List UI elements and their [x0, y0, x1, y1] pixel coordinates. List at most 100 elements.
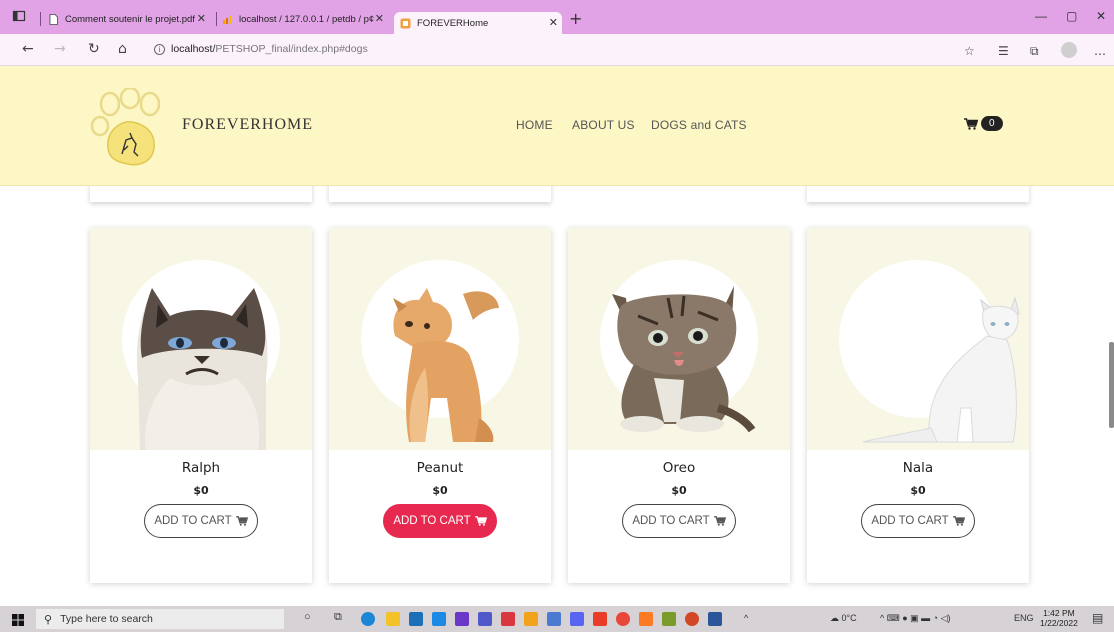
- add-to-cart-button[interactable]: ADD TO CART: [622, 504, 736, 538]
- cart-count-badge: 0: [981, 116, 1003, 131]
- browser-tab-strip: Comment soutenir le projet.pdf ✕ localho…: [0, 0, 1114, 34]
- weather-temp: 0°C: [841, 613, 857, 623]
- product-card: Ralph $0 ADD TO CART: [90, 228, 312, 583]
- phpmyadmin-icon: [223, 15, 231, 24]
- tab-phpmyadmin[interactable]: localhost / 127.0.0.1 / petdb / p¢ ✕: [222, 8, 388, 30]
- collections-icon[interactable]: ⧉: [1030, 44, 1039, 59]
- product-image: [329, 228, 551, 450]
- tab-title: FOREVERHome: [417, 17, 489, 29]
- tab-pdf[interactable]: Comment soutenir le projet.pdf ✕: [48, 8, 210, 30]
- taskbar-search-placeholder: Type here to search: [60, 613, 153, 625]
- add-to-cart-label: ADD TO CART: [393, 515, 471, 527]
- white-cat-image: [862, 296, 1020, 443]
- word-icon[interactable]: [708, 612, 722, 626]
- product-image: [568, 228, 790, 450]
- add-to-cart-button[interactable]: ADD TO CART: [144, 504, 258, 538]
- cart-icon: [474, 516, 487, 526]
- product-price: $0: [910, 484, 926, 497]
- acrobat-icon[interactable]: [501, 612, 515, 626]
- address-bar[interactable]: i localhost/PETSHOP_final/index.php#dogs: [154, 43, 368, 55]
- paw-logo-icon[interactable]: [88, 88, 180, 170]
- notifications-icon[interactable]: ▤: [1092, 611, 1103, 625]
- app-notes-icon[interactable]: [662, 612, 676, 626]
- language-indicator[interactable]: ENG: [1014, 613, 1034, 623]
- weather-widget[interactable]: ☁ 0°C: [830, 613, 857, 624]
- tab-title: localhost / 127.0.0.1 / petdb / p¢: [239, 13, 375, 25]
- teams-icon[interactable]: [478, 612, 492, 626]
- powerpoint-icon[interactable]: [685, 612, 699, 626]
- web-page: FOREVERHOME HOME ABOUT US DOGS and CATS …: [0, 66, 1114, 606]
- tab-foreverhome[interactable]: FOREVERHome ✕: [394, 12, 562, 34]
- app-gem-icon[interactable]: [524, 612, 538, 626]
- close-tab-icon[interactable]: ✕: [375, 12, 384, 25]
- tabby-kitten-image: [612, 286, 756, 433]
- taskbar-search[interactable]: ⚲ Type here to search: [36, 609, 284, 629]
- minimize-button[interactable]: —: [1035, 9, 1047, 23]
- tray-chevron-icon[interactable]: ^: [744, 613, 748, 623]
- clock[interactable]: 1:42 PM 1/22/2022: [1040, 608, 1078, 628]
- cart-icon: [713, 516, 726, 526]
- nav-dogs-and-cats[interactable]: DOGS and CATS: [651, 118, 747, 132]
- favorite-star-icon[interactable]: ☆: [964, 44, 975, 58]
- product-image: [807, 228, 1029, 450]
- close-window-button[interactable]: ✕: [1096, 9, 1106, 23]
- file-explorer-icon[interactable]: [386, 612, 400, 626]
- restore-button[interactable]: ▢: [1066, 9, 1077, 23]
- windows-start-icon[interactable]: [12, 614, 24, 626]
- brand-name: FOREVERHOME: [182, 116, 314, 133]
- site-favicon: [400, 18, 411, 28]
- url-path: PETSHOP_final/index.php#dogs: [215, 43, 368, 55]
- tab-separator: [216, 12, 217, 26]
- document-icon: [49, 13, 58, 25]
- product-image: [90, 228, 312, 450]
- site-header: FOREVERHOME HOME ABOUT US DOGS and CATS …: [0, 66, 1114, 186]
- more-menu-icon[interactable]: …: [1094, 44, 1106, 58]
- product-card: Peanut $0 ADD TO CART: [329, 228, 551, 583]
- close-tab-icon[interactable]: ✕: [549, 16, 558, 29]
- clock-time: 1:42 PM: [1043, 608, 1075, 618]
- add-to-cart-button[interactable]: ADD TO CART: [861, 504, 975, 538]
- address-toolbar: ← → ↻ ⌂ i localhost/PETSHOP_final/index.p…: [0, 34, 1114, 66]
- system-tray-icons[interactable]: ^ ⌨ ● ▣ ▬ ◔ ◁): [880, 613, 951, 624]
- store-icon[interactable]: [409, 612, 423, 626]
- close-tab-icon[interactable]: ✕: [197, 12, 206, 25]
- tab-separator: [40, 12, 41, 26]
- add-to-cart-label: ADD TO CART: [632, 515, 710, 527]
- windows-taskbar: ⚲ Type here to search ○ ⧉ ^ ☁ 0°C ^ ⌨ ● …: [0, 606, 1114, 632]
- product-price: $0: [432, 484, 448, 497]
- home-icon[interactable]: ⌂: [118, 42, 127, 56]
- nav-about-us[interactable]: ABOUT US: [572, 118, 635, 132]
- tab-title: Comment soutenir le projet.pdf: [65, 13, 195, 25]
- kitten-image: [393, 288, 499, 442]
- back-arrow-icon[interactable]: ←: [22, 42, 34, 56]
- app-v-icon[interactable]: [547, 612, 561, 626]
- add-to-cart-button[interactable]: ADD TO CART: [383, 504, 497, 538]
- cloud-icon: ☁: [830, 613, 839, 623]
- reload-icon[interactable]: ↻: [88, 42, 100, 56]
- favorites-list-icon[interactable]: ☰: [998, 44, 1009, 58]
- nav-home[interactable]: HOME: [516, 118, 553, 132]
- xampp-icon[interactable]: [639, 612, 653, 626]
- app-flame-icon[interactable]: [616, 612, 630, 626]
- office-icon[interactable]: [593, 612, 607, 626]
- cart-button[interactable]: 0: [964, 116, 1003, 131]
- task-view-icon[interactable]: ⧉: [334, 611, 342, 624]
- clock-date: 1/22/2022: [1040, 618, 1078, 628]
- product-price: $0: [671, 484, 687, 497]
- page-scrollbar[interactable]: [1109, 342, 1114, 428]
- discord-icon[interactable]: [570, 612, 584, 626]
- app-l-icon[interactable]: [432, 612, 446, 626]
- tab-actions-icon[interactable]: [12, 9, 26, 23]
- edge-icon[interactable]: [361, 612, 375, 626]
- info-icon[interactable]: i: [154, 44, 165, 55]
- product-name: Ralph: [181, 460, 221, 476]
- new-tab-button[interactable]: +: [569, 9, 582, 28]
- product-price: $0: [193, 484, 209, 497]
- cortana-icon[interactable]: ○: [304, 611, 311, 623]
- cart-icon: [964, 117, 978, 130]
- cat-image: [136, 288, 268, 450]
- forward-arrow-icon[interactable]: →: [54, 42, 66, 56]
- profile-avatar[interactable]: [1061, 42, 1077, 58]
- app-shield-icon[interactable]: [455, 612, 469, 626]
- product-card: Oreo $0 ADD TO CART: [568, 228, 790, 583]
